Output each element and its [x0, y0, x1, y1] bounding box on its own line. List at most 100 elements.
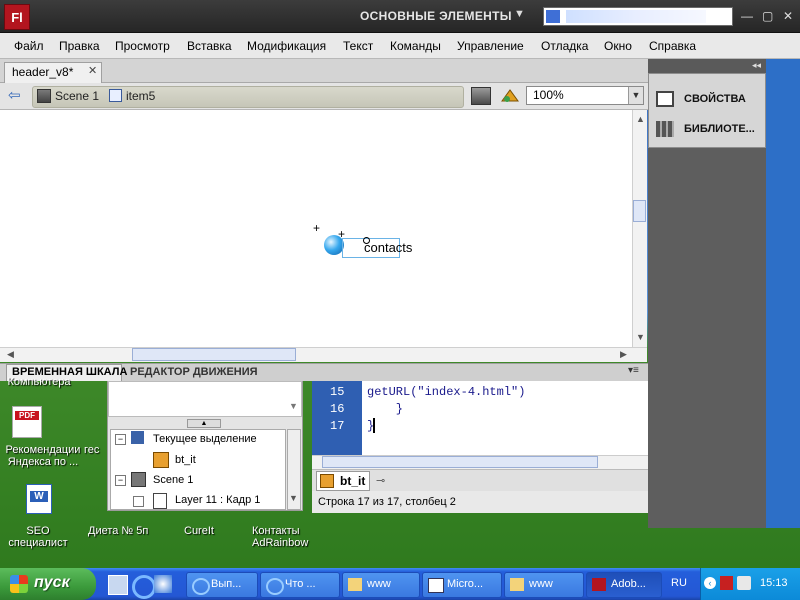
taskbar-item[interactable]: Что ...	[260, 572, 340, 598]
chevron-down-icon[interactable]: ▼	[628, 87, 643, 104]
stage-vertical-scrollbar[interactable]	[632, 110, 647, 347]
language-indicator[interactable]: RU	[671, 577, 687, 589]
workspace-switcher[interactable]: ОСНОВНЫЕ ЭЛЕМЕНТЫ	[360, 9, 512, 23]
scroll-down-icon[interactable]: ▼	[289, 493, 298, 503]
search-input[interactable]	[543, 7, 733, 26]
close-tab-icon[interactable]: ✕	[88, 64, 97, 77]
zoom-value: 100%	[533, 88, 564, 102]
ie-icon[interactable]	[132, 575, 156, 599]
line-number: 16	[330, 402, 345, 416]
desktop-label[interactable]: SEO специалист	[8, 525, 68, 549]
registration-point-icon: +	[313, 221, 321, 235]
menu-edit[interactable]: Правка	[59, 39, 100, 53]
show-desktop-icon[interactable]	[108, 575, 128, 595]
desktop-label[interactable]: Рекомендации Яндекса по ...	[4, 444, 82, 468]
desktop-label[interactable]: Контакты AdRainbow	[252, 525, 308, 549]
code-line[interactable]: getURL("index-4.html")	[367, 385, 525, 399]
tree-item-layer[interactable]: Layer 11 : Кадр 1	[175, 494, 260, 506]
taskbar-item[interactable]: www	[504, 572, 584, 598]
scene-icon	[37, 89, 51, 103]
close-icon[interactable]: ✕	[783, 9, 793, 23]
menu-text[interactable]: Текст	[343, 39, 373, 53]
menu-file[interactable]: Файл	[14, 39, 44, 53]
menu-help[interactable]: Справка	[649, 39, 696, 53]
edit-scene-icon[interactable]	[471, 87, 491, 105]
desktop-edge-strip	[766, 59, 800, 528]
script-tab-label: bt_it	[340, 474, 366, 488]
tree-connector-icon	[133, 496, 144, 507]
menu-bar: Файл Правка Просмотр Вставка Модификация…	[0, 33, 800, 59]
desktop-label[interactable]: Диета № 5п	[88, 525, 148, 537]
pdf-file-icon[interactable]: PDF	[12, 406, 42, 438]
menu-view[interactable]: Просмотр	[115, 39, 170, 53]
start-label: пуск	[34, 574, 70, 591]
button-graphic[interactable]	[324, 235, 344, 255]
collapse-toggle-icon[interactable]: −	[115, 475, 126, 486]
breadcrumb-scene[interactable]: Scene 1	[55, 89, 99, 103]
flash-logo-icon	[592, 578, 606, 591]
scroll-left-icon[interactable]: ◀	[7, 349, 14, 360]
code-line[interactable]: }	[367, 402, 403, 416]
pin-icon[interactable]: ⊸	[376, 474, 385, 487]
stage-text[interactable]: contacts	[364, 240, 412, 255]
scroll-up-icon[interactable]: ▲	[636, 114, 645, 124]
minimize-icon[interactable]: —	[741, 9, 753, 23]
taskbar-item[interactable]: www	[342, 572, 420, 598]
taskbar-item[interactable]: Micro...	[422, 572, 502, 598]
menu-commands[interactable]: Команды	[390, 39, 441, 53]
collapse-icon[interactable]: ◂◂	[752, 60, 761, 71]
script-tree: − Текущее выделение bt_it − Scene 1 Laye…	[110, 429, 286, 510]
stage-horizontal-scrollbar[interactable]	[0, 347, 647, 362]
collapse-toggle-icon[interactable]: −	[115, 434, 126, 445]
scroll-thumb[interactable]	[132, 348, 296, 361]
taskbar-item-active[interactable]: Adob...	[586, 572, 662, 598]
tray-app-icon[interactable]	[737, 576, 751, 590]
clock[interactable]: 15:13	[760, 577, 788, 589]
menu-insert[interactable]: Вставка	[187, 39, 232, 53]
properties-icon[interactable]	[656, 91, 674, 107]
status-text: Строка 17 из 17, столбец 2	[318, 496, 456, 508]
ie-icon	[266, 578, 284, 595]
word-file-icon[interactable]: W	[26, 484, 52, 514]
desktop-label[interactable]: Компьютера	[4, 376, 74, 388]
tray-app-icon[interactable]	[720, 576, 733, 590]
search-icon	[546, 10, 560, 23]
menu-modify[interactable]: Модификация	[247, 39, 326, 53]
scroll-down-icon[interactable]: ▼	[636, 332, 645, 342]
menu-control[interactable]: Управление	[457, 39, 524, 53]
line-number: 15	[330, 385, 345, 399]
desktop-label[interactable]: гес	[84, 444, 99, 456]
chevron-down-icon[interactable]: ▼	[514, 8, 525, 20]
folder-icon	[348, 578, 362, 591]
library-icon[interactable]	[656, 121, 674, 137]
button-symbol-icon	[153, 452, 169, 468]
properties-panel-button[interactable]: СВОЙСТВА	[684, 93, 746, 105]
scroll-thumb[interactable]	[322, 456, 598, 468]
tab-motion-editor[interactable]: РЕДАКТОР ДВИЖЕНИЯ	[130, 366, 258, 378]
media-icon[interactable]	[154, 575, 172, 593]
desktop-label[interactable]: CureIt	[184, 525, 214, 537]
scroll-down-icon[interactable]: ▼	[289, 401, 298, 411]
text-cursor	[373, 418, 375, 433]
edit-symbols-icon[interactable]	[500, 87, 520, 105]
tree-item-bt-it[interactable]: bt_it	[175, 454, 196, 466]
app-icon	[428, 578, 444, 593]
breadcrumb-item[interactable]: item5	[126, 89, 155, 103]
panel-menu-icon[interactable]: ▾≡	[628, 365, 639, 376]
library-panel-button[interactable]: БИБЛИОТЕ...	[684, 123, 755, 135]
back-arrow-icon[interactable]: ⇦	[8, 88, 26, 104]
pane-splitter[interactable]: ▲	[187, 419, 221, 428]
ie-icon	[192, 578, 210, 595]
tree-item-current-selection[interactable]: Текущее выделение	[153, 433, 257, 445]
tray-expand-icon[interactable]: ‹	[704, 577, 716, 589]
scroll-right-icon[interactable]: ▶	[620, 349, 627, 360]
taskbar-item[interactable]: Вып...	[186, 572, 258, 598]
menu-window[interactable]: Окно	[604, 39, 632, 53]
maximize-icon[interactable]: ▢	[762, 9, 773, 23]
menu-debug[interactable]: Отладка	[541, 39, 588, 53]
scroll-thumb[interactable]	[633, 200, 646, 222]
panel-dock-empty	[648, 148, 766, 528]
panel-collapse-bar[interactable]	[648, 59, 766, 73]
tree-item-scene[interactable]: Scene 1	[153, 474, 193, 486]
windows-logo-icon	[10, 575, 28, 593]
